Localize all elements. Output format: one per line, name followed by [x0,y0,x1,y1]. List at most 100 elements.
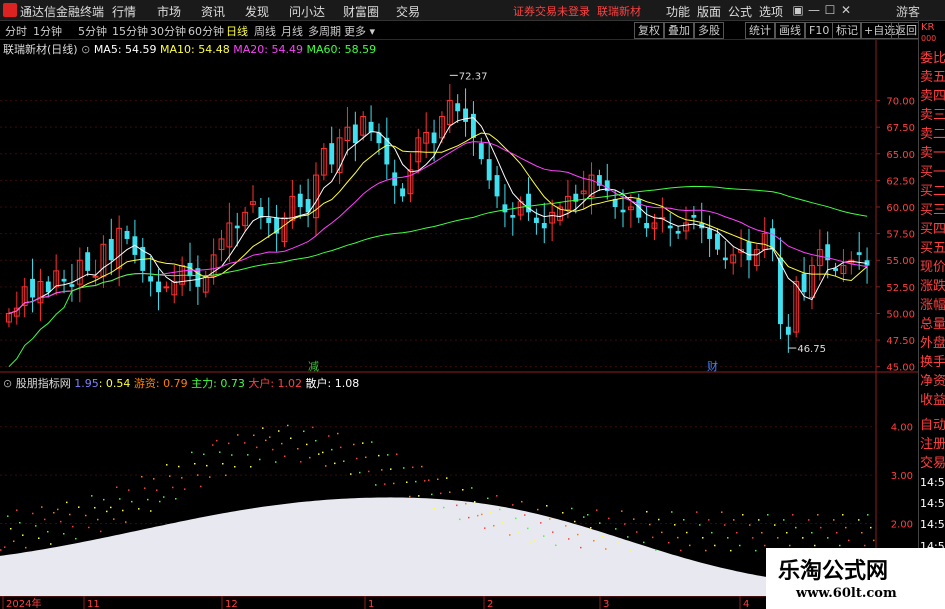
indicator-dot [652,536,654,539]
watermark-url: www.60lt.com [796,586,897,601]
candle-body-down [746,241,752,261]
candle-body-down [30,278,35,298]
candle-body-down [85,252,91,271]
indicator-dot [191,451,193,454]
menu-market-quotes[interactable]: 行情 [112,3,136,20]
period-weekly[interactable]: 周线 [254,23,276,39]
indicator-dot [733,519,735,521]
menu-ask[interactable]: 问小达 [289,3,325,20]
period-more[interactable]: 更多 ▾ [344,23,375,39]
period-daily[interactable]: 日线 [226,23,248,39]
indicator-toggle-icon[interactable]: ⊙ [3,377,12,390]
indicator-dot [116,486,118,489]
adjust-button[interactable]: 复权 [634,22,664,39]
indicator-dot [60,520,62,523]
period-1min[interactable]: 1分钟 [33,23,62,39]
indicator-dot [655,549,657,551]
mark-button[interactable]: 标记 [832,22,862,39]
indicator-dot [275,461,277,463]
period-15min[interactable]: 15分钟 [112,23,148,39]
kline-chart[interactable]: 70.00 67.50 65.00 62.50 60.00 57.50 55.00 52.50… [0,40,918,609]
period-5min[interactable]: 5分钟 [78,23,107,39]
minimize-icon[interactable]: — [806,2,822,18]
indicator-dot [181,477,183,479]
indicator-dot [110,506,112,509]
indicator-dot [409,495,411,498]
indicator-dot [802,537,804,539]
quote-row-label: 涨幅 [920,298,945,313]
date-label: 2 [487,599,493,609]
indicator-dot [10,527,12,530]
candle-body-down [352,124,358,144]
indicator-dot [549,518,551,520]
menu-news[interactable]: 资讯 [201,3,225,20]
indicator-dot [820,526,822,529]
menu-wealth-circle[interactable]: 财富圈 [343,3,379,20]
period-multi[interactable]: 多周期 [308,23,341,39]
indicator-dot [63,533,65,535]
indicator-dot [456,504,458,507]
indicator-dot [671,511,673,513]
candle-body-down [455,103,461,112]
guest-label[interactable]: 游客 [896,3,920,20]
indicator-dot [163,496,165,498]
indicator-dot [269,436,271,438]
statistics-button[interactable]: 统计 [745,22,775,39]
indicator-dot [689,544,691,547]
indicator-dot [150,510,152,512]
indicator-dot [646,510,648,513]
price-tick-label: 62.50 [886,176,915,187]
menu-discover[interactable]: 发现 [245,3,269,20]
indicator-dot [546,505,548,507]
indicator-dot [867,514,869,516]
close-icon[interactable]: ✕ [838,2,854,18]
multi-stock-button[interactable]: 多股 [694,22,724,39]
f10-button[interactable]: F10 [805,22,834,39]
menu-trade[interactable]: 交易 [396,3,420,20]
indicator-dot [615,528,617,530]
indicator-dot [85,514,87,517]
indicator-dot [78,506,80,508]
candle-body-down [494,175,500,197]
indicator-dot [66,501,68,504]
indicator-dot [686,531,688,534]
toggle-view-icon[interactable]: ▣ [790,2,806,18]
indicator-dot [393,482,395,485]
price-tick-label: 60.00 [886,203,915,214]
period-timeshare[interactable]: 分时 [5,23,27,39]
indicator-dot [334,462,336,465]
period-60min[interactable]: 60分钟 [188,23,224,39]
indicator-dot [758,519,760,521]
indicator-dot [197,474,199,476]
indicator-dot [565,525,567,527]
period-30min[interactable]: 30分钟 [150,23,186,39]
indicator-dot [440,492,442,495]
indicator-dot [530,541,532,543]
indicator-dot [515,517,517,520]
menu-formula[interactable]: 公式 [728,3,752,20]
indicator-dot [172,486,174,489]
overlay-button[interactable]: 叠加 [664,22,694,39]
candle-body-down [691,215,697,218]
indicator-dot [206,464,208,467]
indicator-dot [353,443,355,446]
indicator-dot [418,495,420,497]
draw-line-button[interactable]: 画线 [775,22,805,39]
indicator-dot [499,508,501,511]
indicator-name[interactable]: 股朋指标网 [16,377,71,390]
indicator-dot [194,462,196,465]
quote-row-label: 涨跌 [920,279,945,294]
login-notice[interactable]: 证券交易未登录 联瑞新材 [513,3,641,19]
menu-options[interactable]: 选项 [759,3,783,20]
period-monthly[interactable]: 月线 [281,23,303,39]
price-tick-label: 45.00 [886,363,915,374]
candle-body-up [163,286,170,289]
menu-market[interactable]: 市场 [157,3,181,20]
menu-layout[interactable]: 版面 [697,3,721,20]
indicator-dot [178,465,180,468]
maximize-icon[interactable]: ☐ [822,2,838,18]
candle-body-down [45,281,51,293]
menu-function[interactable]: 功能 [666,3,690,20]
indicator-dot [103,498,105,501]
back-button[interactable]: 返回 [891,22,921,39]
